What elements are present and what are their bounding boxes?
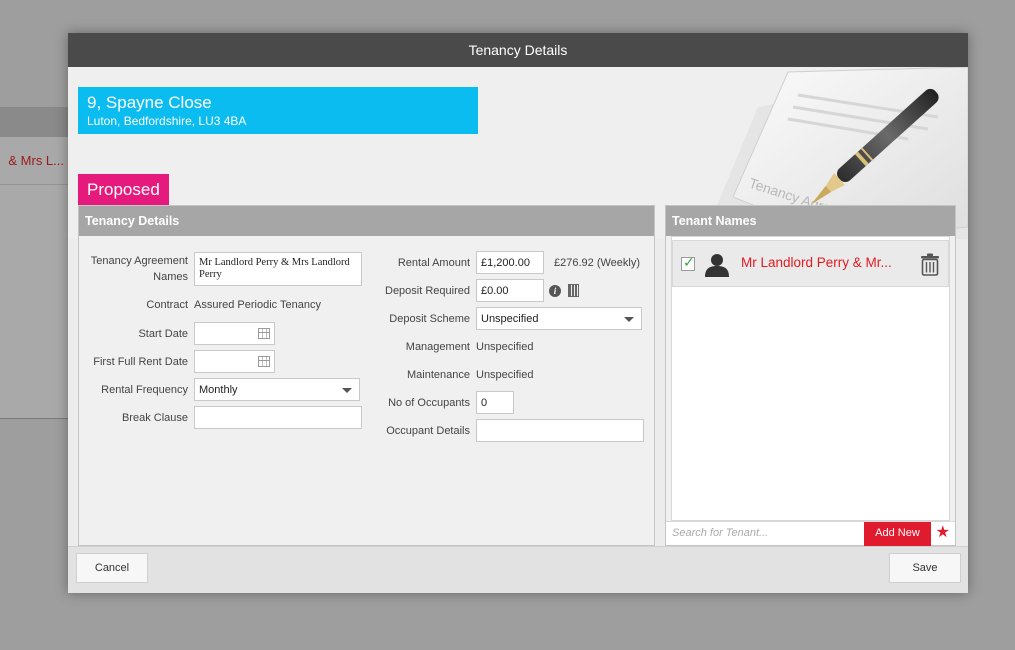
start-date-label: Start Date (138, 327, 188, 340)
address-line2: Luton, Bedfordshire, LU3 4BA (87, 114, 247, 128)
deposit-required-label: Deposit Required (385, 284, 470, 297)
tenant-names-header: Tenant Names (666, 206, 955, 236)
cancel-button[interactable]: Cancel (76, 553, 148, 583)
rental-weekly-value: £276.92 (Weekly) (554, 256, 641, 269)
tenant-search-input[interactable]: Search for Tenant... (672, 527, 768, 539)
rental-frequency-select[interactable]: Monthly (194, 378, 360, 401)
checkmark-icon: ✓ (683, 254, 695, 270)
rental-frequency-value: Monthly (199, 383, 238, 396)
occupants-label: No of Occupants (388, 396, 470, 409)
tenancy-details-header: Tenancy Details (79, 206, 654, 236)
first-rent-row: First Full Rent Date (85, 350, 275, 373)
deposit-scheme-label: Deposit Scheme (389, 312, 470, 325)
list-item[interactable]: ✓ Mr Landlord Perry & Mr... (672, 240, 949, 287)
maintenance-row: Maintenance Unspecified (375, 363, 533, 386)
rental-frequency-row: Rental Frequency Monthly (85, 378, 360, 401)
background-row-text: & Mrs L... (8, 153, 64, 168)
tenant-list: ✓ Mr Landlord Perry & Mr... (671, 236, 950, 521)
start-date-field[interactable] (194, 322, 275, 345)
deposit-required-field[interactable]: £0.00 (476, 279, 544, 302)
agreement-names-field[interactable]: Mr Landlord Perry & Mrs Landlord Perry (194, 252, 362, 286)
rental-frequency-label: Rental Frequency (101, 383, 188, 396)
star-icon[interactable]: ★ (936, 524, 950, 542)
chevron-down-icon (342, 388, 352, 393)
tenant-name[interactable]: Mr Landlord Perry & Mr... (741, 255, 913, 270)
agreement-names-row: Tenancy Agreement Names Mr Landlord Perr… (85, 252, 362, 286)
add-new-tenant-button[interactable]: Add New (864, 522, 931, 546)
status-badge: Proposed (78, 174, 169, 208)
tenancy-details-panel: Tenancy Details Tenancy Agreement Names … (78, 205, 655, 546)
deposit-required-row: Deposit Required £0.00 i (375, 279, 579, 302)
deposit-scheme-value: Unspecified (481, 312, 539, 325)
deposit-scheme-select[interactable]: Unspecified (476, 307, 642, 330)
calendar-icon[interactable] (258, 328, 270, 339)
trash-icon[interactable] (920, 253, 940, 276)
rental-amount-label: Rental Amount (397, 256, 470, 269)
tenant-search-row: Search for Tenant... Add New ★ (666, 521, 955, 546)
background-header (0, 107, 68, 137)
occupants-field[interactable]: 0 (476, 391, 514, 414)
first-rent-date-field[interactable] (194, 350, 275, 373)
modal-footer: Cancel Save (68, 546, 968, 593)
contract-row: Contract Assured Periodic Tenancy (85, 297, 321, 313)
address-line1: 9, Spayne Close (87, 93, 212, 112)
first-rent-label: First Full Rent Date (93, 355, 188, 368)
property-address-banner: 9, Spayne Close Luton, Bedfordshire, LU3… (78, 87, 478, 134)
chevron-down-icon (624, 317, 634, 322)
break-clause-field[interactable] (194, 406, 362, 429)
deposit-scheme-row: Deposit Scheme Unspecified (375, 307, 642, 330)
calendar-icon[interactable] (258, 356, 270, 367)
background-row: & Mrs L... (0, 137, 68, 185)
management-value: Unspecified (476, 340, 534, 353)
maintenance-value: Unspecified (476, 368, 534, 381)
occupant-details-label: Occupant Details (386, 424, 470, 437)
maintenance-label: Maintenance (407, 368, 470, 381)
break-clause-row: Break Clause (85, 406, 362, 429)
person-icon (705, 254, 729, 277)
occupant-details-row: Occupant Details (375, 419, 644, 442)
management-label: Management (405, 340, 470, 353)
occupants-row: No of Occupants 0 (375, 391, 514, 414)
tenancy-details-form: Tenancy Agreement Names Mr Landlord Perr… (79, 236, 654, 545)
calculator-icon[interactable] (568, 284, 579, 297)
management-row: Management Unspecified (375, 335, 534, 358)
tenant-names-panel: Tenant Names ✓ Mr Landlord Perry & Mr... (665, 205, 956, 546)
start-date-row: Start Date (85, 322, 275, 345)
save-button[interactable]: Save (889, 553, 961, 583)
background-page: & Mrs L... (0, 107, 68, 419)
contract-label: Contract (146, 299, 188, 311)
contract-value: Assured Periodic Tenancy (194, 299, 321, 311)
tenancy-details-modal: Tenancy Details Tenancy Agreement 9, Spa… (68, 33, 968, 593)
agreement-names-label: Tenancy Agreement Names (90, 255, 188, 283)
break-clause-label: Break Clause (121, 411, 188, 424)
modal-title: Tenancy Details (68, 33, 968, 67)
tenant-checkbox[interactable]: ✓ (681, 254, 695, 271)
rental-amount-row: Rental Amount £1,200.00 £276.92 (Weekly) (375, 251, 640, 274)
occupant-details-field[interactable] (476, 419, 644, 442)
info-icon[interactable]: i (549, 284, 561, 297)
rental-amount-field[interactable]: £1,200.00 (476, 251, 544, 274)
